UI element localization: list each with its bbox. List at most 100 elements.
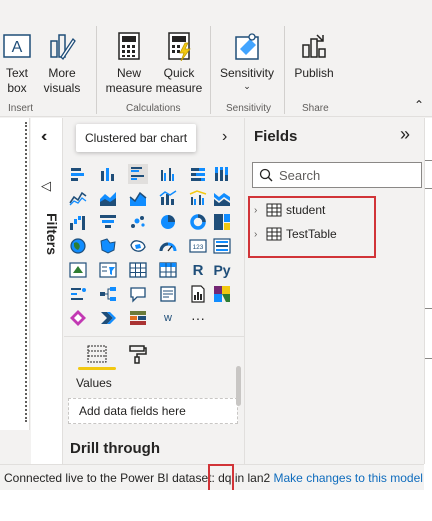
right-edge — [424, 118, 432, 464]
chevron-right-icon[interactable]: › — [254, 229, 264, 240]
filled-map-icon[interactable] — [98, 236, 118, 256]
filters-label[interactable]: Filters — [34, 213, 60, 273]
collapse-filters-icon[interactable]: ‹ — [42, 128, 47, 146]
fields-search-box[interactable] — [252, 162, 422, 188]
treemap-icon[interactable] — [212, 212, 232, 232]
qa-visual-icon[interactable] — [128, 284, 148, 304]
shape-map-icon[interactable] — [128, 236, 148, 256]
table-icon — [266, 203, 282, 217]
paginated-report-icon[interactable] — [188, 284, 208, 304]
line-and-clustered-column-chart-icon[interactable] — [188, 188, 208, 208]
expand-pane-icon[interactable]: » — [400, 124, 410, 145]
line-chart-icon[interactable] — [68, 188, 88, 208]
area-chart-icon[interactable] — [98, 188, 118, 208]
viz-tabs — [64, 336, 245, 370]
card-icon[interactable]: 123 — [188, 236, 208, 256]
ribbon: A Text box More visuals New measure Quic… — [0, 0, 432, 117]
power-apps-icon[interactable] — [212, 284, 232, 304]
text-box-button[interactable]: A Text box — [2, 30, 32, 96]
decomposition-tree-icon[interactable] — [98, 284, 118, 304]
sensitivity-label: Sensitivity — [219, 66, 275, 80]
viz-scrollbar[interactable] — [236, 366, 241, 406]
100-stacked-bar-chart-icon[interactable] — [188, 164, 208, 184]
slicer-icon[interactable] — [98, 260, 118, 280]
clustered-bar-chart-icon[interactable] — [128, 164, 148, 184]
more-visuals-ellipsis-icon[interactable]: ··· — [186, 308, 210, 328]
field-table-testtable[interactable]: › TestTable — [254, 224, 337, 244]
values-dropzone[interactable]: Add data fields here — [68, 398, 238, 424]
pie-chart-icon[interactable] — [158, 212, 178, 232]
clustered-column-chart-icon[interactable] — [158, 164, 178, 184]
more-visuals-button[interactable]: More visuals — [38, 30, 86, 96]
table-visual-icon[interactable] — [128, 260, 148, 280]
chevron-right-icon[interactable]: › — [222, 128, 227, 146]
status-prefix: Connected live to the Power BI dataset: — [4, 471, 219, 485]
python-visual-label: Py — [213, 262, 231, 278]
word-cloud-icon[interactable]: w — [158, 308, 178, 328]
search-input[interactable] — [279, 167, 419, 183]
matrix-icon[interactable] — [158, 260, 178, 280]
paint-roller-icon — [129, 345, 147, 364]
power-automate-icon[interactable] — [68, 308, 88, 328]
group-label-share: Share — [302, 103, 329, 114]
stacked-column-chart-icon[interactable] — [98, 164, 118, 184]
quick-measure-button[interactable]: Quick measure — [156, 30, 202, 96]
ribbon-separator — [210, 26, 211, 114]
map-icon[interactable] — [68, 236, 88, 256]
make-changes-link[interactable]: Make changes to this model — [274, 471, 423, 485]
chevron-down-icon: ⌄ — [243, 81, 251, 91]
stacked-area-chart-icon[interactable] — [128, 188, 148, 208]
word-cloud-label: w — [164, 312, 172, 324]
edge-line — [425, 358, 432, 359]
waterfall-chart-icon[interactable] — [68, 212, 88, 232]
svg-text:A: A — [12, 39, 23, 56]
custom-visual-icon[interactable] — [128, 308, 148, 328]
donut-chart-icon[interactable] — [188, 212, 208, 232]
key-influencers-icon[interactable] — [68, 284, 88, 304]
canvas-footer — [0, 430, 30, 464]
calculator-icon — [113, 30, 145, 62]
ribbon-chart-icon[interactable] — [212, 188, 232, 208]
card-icon-label: 123 — [193, 244, 204, 251]
search-icon — [259, 168, 273, 182]
chevron-right-icon[interactable]: › — [254, 205, 264, 216]
report-canvas[interactable] — [0, 118, 30, 430]
edge-line — [425, 308, 432, 309]
stacked-bar-chart-icon[interactable] — [68, 164, 88, 184]
format-visual-tab[interactable] — [124, 341, 150, 367]
ribbon-separator — [96, 26, 97, 114]
gauge-icon[interactable] — [158, 236, 178, 256]
multi-row-card-icon[interactable] — [212, 236, 232, 256]
table-icon — [266, 227, 282, 241]
new-measure-button[interactable]: New measure — [104, 30, 154, 96]
group-label-sensitivity: Sensitivity — [226, 103, 272, 114]
line-and-column-chart-icon[interactable] — [158, 188, 178, 208]
edge-line — [425, 160, 432, 161]
r-visual-label: R — [192, 261, 204, 279]
collapse-ribbon-icon[interactable]: ⌃ — [414, 98, 424, 112]
dataset-highlight-box — [208, 464, 234, 492]
canvas-border — [25, 122, 27, 422]
r-script-visual-icon[interactable]: R — [188, 260, 208, 280]
scatter-chart-icon[interactable] — [128, 212, 148, 232]
field-table-student[interactable]: › student — [254, 200, 325, 220]
smart-narrative-icon[interactable] — [158, 284, 178, 304]
edge-line — [425, 188, 432, 189]
build-visual-tab[interactable] — [84, 341, 110, 367]
quick-measure-icon — [163, 30, 195, 62]
visual-tooltip: Clustered bar chart — [76, 124, 197, 152]
publish-button[interactable]: Publish — [292, 30, 336, 81]
kpi-icon[interactable] — [68, 260, 88, 280]
visualizations-pane: ‹ › Clustered bar chart 123 R Py w ··· V… — [42, 118, 245, 464]
text-box-label: Text box — [5, 66, 28, 95]
values-label: Values — [76, 376, 112, 390]
status-edge — [424, 464, 432, 490]
funnel-chart-icon[interactable] — [98, 212, 118, 232]
quick-measure-label: Quick measure — [155, 66, 203, 95]
sensitivity-button[interactable]: Sensitivity ⌄ — [218, 30, 276, 91]
sensitivity-icon — [231, 30, 263, 62]
power-automate-flow-icon[interactable] — [98, 308, 118, 328]
ribbon-separator — [284, 26, 285, 114]
100-stacked-column-chart-icon[interactable] — [212, 164, 232, 184]
python-visual-icon[interactable]: Py — [212, 260, 232, 280]
